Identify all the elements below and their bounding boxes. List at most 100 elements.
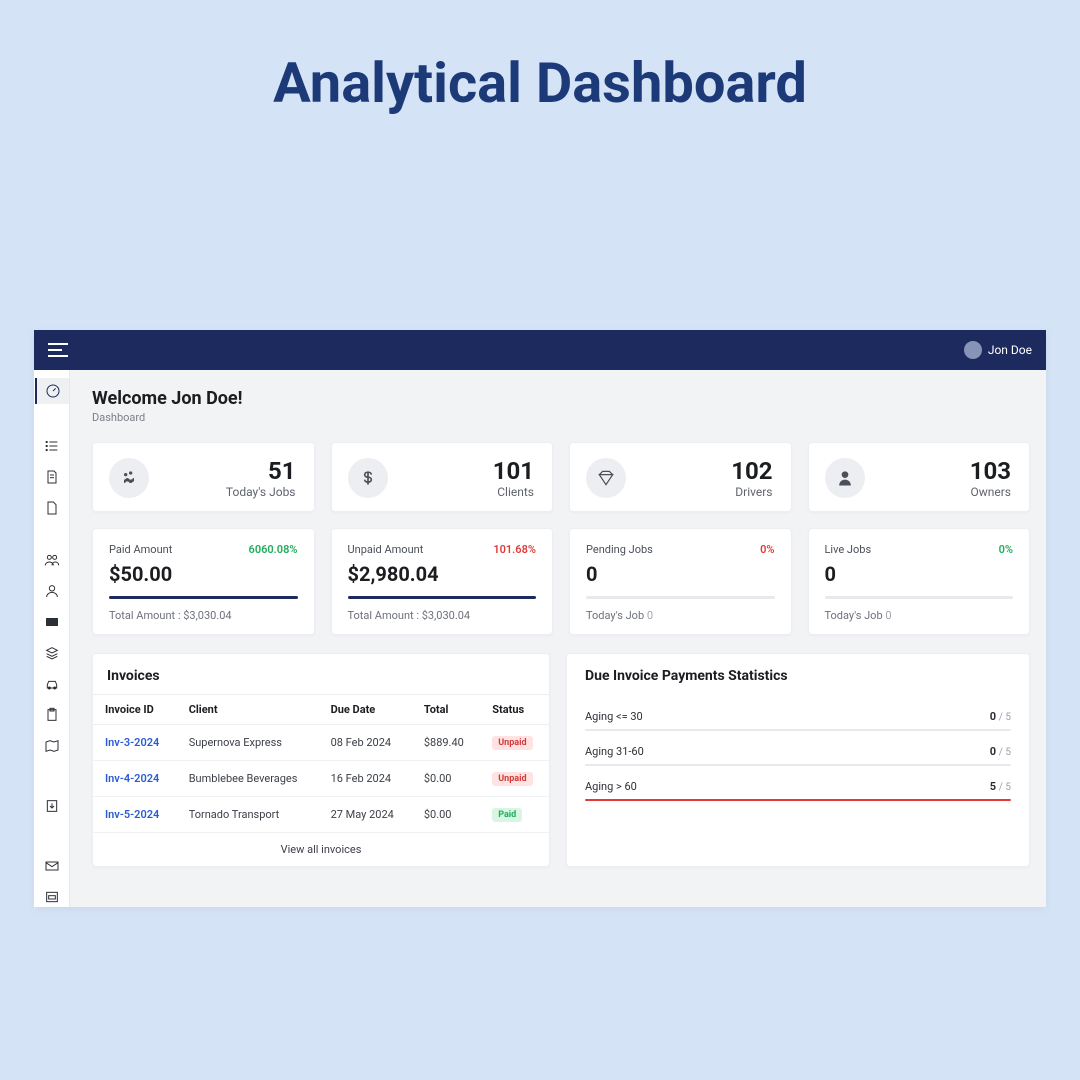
user-icon: [44, 583, 60, 599]
status-badge: Paid: [492, 808, 522, 822]
metric-sub: Total Amount : $3,030.04: [348, 609, 537, 622]
col-total: Total: [412, 695, 480, 725]
map-icon: [44, 738, 60, 754]
sidebar-item-file[interactable]: [42, 498, 62, 518]
sidebar-item-id-card[interactable]: [42, 612, 62, 632]
sidebar-item-clipboard[interactable]: [42, 705, 62, 725]
metric-sub: Total Amount : $3,030.04: [109, 609, 298, 622]
metric-value: 0: [825, 562, 1014, 586]
dashboard-window: Jon Doe: [34, 330, 1046, 907]
aging-bucket: Aging > 605 / 5: [585, 780, 1011, 801]
sidebar-item-stack[interactable]: [42, 643, 62, 663]
cell-due: 27 May 2024: [319, 797, 412, 833]
inbox-icon: [44, 889, 60, 905]
welcome-heading: Welcome Jon Doe!: [92, 388, 1030, 409]
invoice-link[interactable]: Inv-3-2024: [105, 736, 159, 749]
stat-value: 51: [226, 457, 296, 485]
metric-value: 0: [586, 562, 775, 586]
col-due: Due Date: [319, 695, 412, 725]
stack-icon: [44, 645, 60, 661]
sidebar-item-vehicle[interactable]: [42, 674, 62, 694]
sidebar: [34, 370, 70, 907]
metric-pending: Pending Jobs0% 0 Today's Job 0: [569, 528, 792, 635]
aging-panel: Due Invoice Payments Statistics Aging <=…: [566, 653, 1030, 867]
table-row: Inv-5-2024 Tornado Transport27 May 2024$0…: [93, 797, 549, 833]
sidebar-item-mail[interactable]: [42, 856, 62, 876]
stat-card-owners[interactable]: 103 Owners: [808, 442, 1031, 512]
list-icon: [44, 438, 60, 454]
table-row: Inv-3-2024Supernova Express08 Feb 2024$8…: [93, 725, 549, 761]
file-icon: [44, 500, 60, 516]
aging-label: Aging > 60: [585, 780, 637, 793]
stat-value: 102: [731, 457, 772, 485]
sidebar-item-user[interactable]: [42, 581, 62, 601]
cell-client: Bumblebee Beverages: [177, 761, 319, 797]
menu-toggle-icon[interactable]: [48, 343, 68, 357]
sidebar-item-map[interactable]: [42, 736, 62, 756]
metric-live: Live Jobs0% 0 Today's Job 0: [808, 528, 1031, 635]
stats-row: 51 Today's Jobs 101 Clients: [92, 442, 1030, 512]
view-all-invoices-link[interactable]: View all invoices: [93, 833, 549, 866]
aging-value: 0 / 5: [990, 745, 1011, 758]
col-invoice-id: Invoice ID: [93, 695, 177, 725]
cell-total: $0.00: [412, 797, 480, 833]
cell-due: 16 Feb 2024: [319, 761, 412, 797]
aging-label: Aging 31-60: [585, 745, 644, 758]
topbar: Jon Doe: [34, 330, 1046, 370]
id-card-icon: [44, 614, 60, 630]
breadcrumb: Dashboard: [92, 411, 1030, 424]
page-title: Analytical Dashboard: [0, 0, 1080, 116]
cell-total: $0.00: [412, 761, 480, 797]
avatar: [964, 341, 982, 359]
metric-pct: 0%: [999, 543, 1013, 556]
metric-pct: 101.68%: [493, 543, 536, 556]
person-icon: [825, 458, 865, 498]
download-icon: [44, 798, 60, 814]
metric-title: Unpaid Amount: [348, 543, 424, 556]
user-name: Jon Doe: [988, 343, 1032, 357]
mail-icon: [44, 858, 60, 874]
sidebar-item-dashboard[interactable]: [35, 378, 69, 404]
car-icon: [44, 676, 60, 692]
stat-card-jobs[interactable]: 51 Today's Jobs: [92, 442, 315, 512]
metric-value: $50.00: [109, 562, 298, 586]
stat-card-clients[interactable]: 101 Clients: [331, 442, 554, 512]
sidebar-item-document[interactable]: [42, 467, 62, 487]
metric-pct: 6060.08%: [249, 543, 298, 556]
jobs-icon: [109, 458, 149, 498]
sidebar-item-list[interactable]: [42, 436, 62, 456]
dollar-icon: [348, 458, 388, 498]
invoice-link[interactable]: Inv-5-2024: [105, 808, 159, 821]
metric-value: $2,980.04: [348, 562, 537, 586]
cell-client: Tornado Transport: [177, 797, 319, 833]
cell-total: $889.40: [412, 725, 480, 761]
metric-title: Paid Amount: [109, 543, 172, 556]
status-badge: Unpaid: [492, 736, 532, 750]
invoice-link[interactable]: Inv-4-2024: [105, 772, 159, 785]
metric-pct: 0%: [760, 543, 774, 556]
metric-unpaid: Unpaid Amount 101.68% $2,980.04 Total Amo…: [331, 528, 554, 635]
sidebar-item-download[interactable]: [42, 796, 62, 816]
document-icon: [44, 469, 60, 485]
metric-title: Live Jobs: [825, 543, 872, 556]
user-menu[interactable]: Jon Doe: [964, 341, 1032, 359]
stat-label: Owners: [970, 485, 1011, 499]
stat-card-drivers[interactable]: 102 Drivers: [569, 442, 792, 512]
sidebar-item-users[interactable]: [42, 550, 62, 570]
stat-value: 101: [493, 457, 534, 485]
stat-label: Today's Jobs: [226, 485, 296, 499]
col-client: Client: [177, 695, 319, 725]
main-content: Welcome Jon Doe! Dashboard 51 Today's Jo…: [70, 370, 1046, 907]
aging-value: 0 / 5: [990, 710, 1011, 723]
aging-bucket: Aging <= 300 / 5: [585, 710, 1011, 731]
aging-title: Due Invoice Payments Statistics: [585, 668, 1011, 696]
cell-client: Supernova Express: [177, 725, 319, 761]
metrics-row: Paid Amount 6060.08% $50.00 Total Amount …: [92, 528, 1030, 635]
sidebar-item-inbox[interactable]: [42, 887, 62, 907]
col-status: Status: [480, 695, 549, 725]
clipboard-icon: [44, 707, 60, 723]
status-badge: Unpaid: [492, 772, 532, 786]
users-icon: [44, 552, 60, 568]
aging-bucket: Aging 31-60 0 / 5: [585, 745, 1011, 766]
invoices-title: Invoices: [93, 654, 549, 694]
